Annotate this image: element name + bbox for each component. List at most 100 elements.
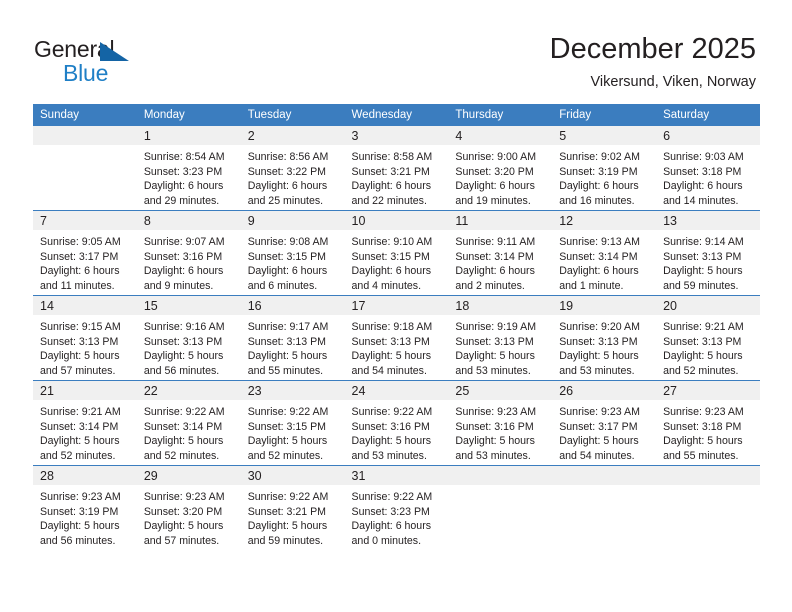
calendar-day-cell[interactable]: 16 Sunrise: 9:17 AM Sunset: 3:13 PM Dayligh… [240, 295, 345, 381]
calendar-day-cell[interactable]: 22 Sunrise: 9:22 AM Sunset: 3:14 PM Dayligh… [136, 380, 241, 466]
calendar-day-cell[interactable]: 18 Sunrise: 9:19 AM Sunset: 3:13 PM Dayligh… [448, 295, 553, 381]
calendar-day-cell[interactable]: 25 Sunrise: 9:23 AM Sunset: 3:16 PM Dayligh… [448, 380, 553, 466]
day-number: 12 [552, 211, 657, 230]
day-detail-sunrise: Sunrise: 9:21 AM [40, 406, 121, 418]
calendar-week-row: 7 Sunrise: 9:05 AM Sunset: 3:17 PM Daylight… [33, 210, 760, 296]
day-detail-daylight2: and 11 minutes. [40, 279, 115, 292]
day-number: 9 [240, 211, 345, 230]
calendar-day-cell[interactable]: 14 Sunrise: 9:15 AM Sunset: 3:13 PM Dayligh… [33, 295, 137, 381]
calendar-day-cell[interactable]: 10 Sunrise: 9:10 AM Sunset: 3:15 PM Dayligh… [344, 210, 449, 296]
calendar-day-cell[interactable]: 31 Sunrise: 9:22 AM Sunset: 3:23 PM Dayligh… [344, 465, 449, 550]
calendar-day-cell[interactable]: 17 Sunrise: 9:18 AM Sunset: 3:13 PM Dayligh… [344, 295, 449, 381]
day-detail-sunset: Sunset: 3:16 PM [455, 420, 534, 433]
day-detail-daylight1: Daylight: 6 hours [247, 265, 328, 278]
day-detail-sunrise: Sunrise: 9:22 AM [247, 491, 329, 503]
day-number: 16 [240, 296, 345, 315]
day-cell-content: 14 Sunrise: 9:15 AM Sunset: 3:13 PM Dayligh… [33, 296, 137, 380]
calendar-week-row: 1 Sunrise: 8:54 AM Sunset: 3:23 PM Daylight… [33, 126, 760, 211]
calendar-day-cell[interactable]: 9 Sunrise: 9:08 AM Sunset: 3:15 PM Daylight… [240, 210, 345, 296]
weekday-header-tuesday: Tuesday [240, 104, 345, 126]
calendar-day-cell[interactable]: 26 Sunrise: 9:23 AM Sunset: 3:17 PM Dayligh… [552, 380, 657, 466]
day-number: 11 [448, 211, 553, 230]
calendar-day-cell[interactable]: 19 Sunrise: 9:20 AM Sunset: 3:13 PM Dayligh… [552, 295, 657, 381]
day-detail-sunset: Sunset: 3:13 PM [559, 335, 638, 348]
calendar-day-cell[interactable]: 5 Sunrise: 9:02 AM Sunset: 3:19 PM Daylight… [552, 126, 657, 211]
day-detail-daylight1: Daylight: 5 hours [40, 520, 120, 533]
day-detail-daylight2: and 59 minutes. [663, 279, 739, 292]
day-detail-daylight1: Daylight: 5 hours [247, 520, 328, 533]
calendar-day-cell[interactable]: 11 Sunrise: 9:11 AM Sunset: 3:14 PM Dayligh… [448, 210, 553, 296]
calendar-day-cell[interactable]: 28 Sunrise: 9:23 AM Sunset: 3:19 PM Dayligh… [33, 465, 137, 550]
calendar-page: General Blue December 2025 Vikersund, Vi… [0, 0, 792, 612]
day-cell-content: 21 Sunrise: 9:21 AM Sunset: 3:14 PM Dayligh… [33, 381, 137, 465]
day-cell-content: 13 Sunrise: 9:14 AM Sunset: 3:13 PM Dayligh… [656, 211, 760, 295]
day-detail-sunrise: Sunrise: 9:22 AM [247, 406, 329, 418]
calendar-day-cell[interactable]: 24 Sunrise: 9:22 AM Sunset: 3:16 PM Dayligh… [344, 380, 449, 466]
day-details: Sunrise: 9:08 AM Sunset: 3:15 PM Daylight:… [241, 230, 345, 293]
day-detail-sunset: Sunset: 3:13 PM [143, 335, 223, 348]
day-detail-sunset: Sunset: 3:18 PM [663, 165, 742, 178]
day-detail-daylight1: Daylight: 5 hours [455, 435, 535, 448]
calendar-day-cell[interactable]: 6 Sunrise: 9:03 AM Sunset: 3:18 PM Daylight… [656, 126, 760, 211]
day-detail-sunset: Sunset: 3:23 PM [143, 165, 223, 178]
day-details: Sunrise: 8:54 AM Sunset: 3:23 PM Daylight:… [137, 145, 241, 208]
day-detail-daylight1: Daylight: 5 hours [351, 350, 432, 363]
day-cell-content: 16 Sunrise: 9:17 AM Sunset: 3:13 PM Dayligh… [240, 296, 345, 380]
calendar-day-cell[interactable]: 2 Sunrise: 8:56 AM Sunset: 3:22 PM Daylight… [240, 126, 345, 211]
day-detail-sunrise: Sunrise: 9:22 AM [143, 406, 225, 418]
calendar-day-cell[interactable]: 7 Sunrise: 9:05 AM Sunset: 3:17 PM Daylight… [33, 210, 137, 296]
day-cell-content: 29 Sunrise: 9:23 AM Sunset: 3:20 PM Dayligh… [136, 466, 241, 550]
day-detail-sunrise: Sunrise: 9:23 AM [559, 406, 640, 418]
day-cell-content: 26 Sunrise: 9:23 AM Sunset: 3:17 PM Dayligh… [552, 381, 657, 465]
calendar-day-cell[interactable]: 20 Sunrise: 9:21 AM Sunset: 3:13 PM Dayligh… [656, 295, 760, 381]
day-detail-daylight2: and 56 minutes. [143, 364, 220, 377]
day-cell-content [448, 466, 553, 550]
day-detail-sunrise: Sunrise: 9:11 AM [455, 236, 536, 248]
calendar-day-cell[interactable]: 30 Sunrise: 9:22 AM Sunset: 3:21 PM Dayligh… [240, 465, 345, 550]
day-cell-content: 18 Sunrise: 9:19 AM Sunset: 3:13 PM Dayligh… [448, 296, 553, 380]
day-detail-daylight1: Daylight: 5 hours [247, 435, 328, 448]
calendar-day-cell[interactable]: 13 Sunrise: 9:14 AM Sunset: 3:13 PM Dayligh… [656, 210, 760, 296]
day-detail-sunset: Sunset: 3:15 PM [247, 420, 327, 433]
day-detail-daylight2: and 59 minutes. [247, 534, 324, 547]
day-number: 27 [656, 381, 760, 400]
calendar-day-cell[interactable]: 21 Sunrise: 9:21 AM Sunset: 3:14 PM Dayligh… [33, 380, 137, 466]
calendar-week-row: 14 Sunrise: 9:15 AM Sunset: 3:13 PM Dayligh… [33, 295, 760, 381]
day-detail-daylight2: and 29 minutes. [143, 194, 220, 207]
day-cell-content: 3 Sunrise: 8:58 AM Sunset: 3:21 PM Daylight… [344, 126, 449, 210]
day-details: Sunrise: 9:13 AM Sunset: 3:14 PM Daylight:… [552, 230, 656, 293]
day-cell-content [552, 466, 657, 550]
calendar-day-cell[interactable]: 29 Sunrise: 9:23 AM Sunset: 3:20 PM Dayligh… [136, 465, 241, 550]
day-detail-daylight2: and 55 minutes. [663, 449, 739, 462]
day-number: 24 [344, 381, 449, 400]
calendar-day-cell[interactable]: 12 Sunrise: 9:13 AM Sunset: 3:14 PM Dayligh… [552, 210, 657, 296]
day-detail-sunset: Sunset: 3:20 PM [455, 165, 534, 178]
calendar-day-cell[interactable]: 27 Sunrise: 9:23 AM Sunset: 3:18 PM Dayligh… [656, 380, 760, 466]
day-number: 2 [240, 126, 345, 145]
day-cell-content: 11 Sunrise: 9:11 AM Sunset: 3:14 PM Dayligh… [448, 211, 553, 295]
day-number: 10 [344, 211, 449, 230]
day-details: Sunrise: 9:21 AM Sunset: 3:14 PM Daylight:… [33, 400, 137, 463]
calendar-week-row: 28 Sunrise: 9:23 AM Sunset: 3:19 PM Dayligh… [33, 465, 760, 550]
calendar-day-cell[interactable]: 8 Sunrise: 9:07 AM Sunset: 3:16 PM Daylight… [136, 210, 241, 296]
day-number: 1 [136, 126, 241, 145]
day-detail-sunset: Sunset: 3:13 PM [663, 335, 742, 348]
day-detail-daylight1: Daylight: 6 hours [663, 180, 743, 193]
day-cell-content [33, 126, 137, 210]
day-detail-daylight2: and 52 minutes. [40, 449, 116, 462]
calendar-day-cell [448, 465, 553, 550]
calendar-day-cell[interactable]: 4 Sunrise: 9:00 AM Sunset: 3:20 PM Daylight… [448, 126, 553, 211]
day-number [448, 466, 553, 485]
day-detail-daylight2: and 16 minutes. [559, 194, 635, 207]
day-number [552, 466, 657, 485]
calendar-day-cell[interactable]: 15 Sunrise: 9:16 AM Sunset: 3:13 PM Dayligh… [136, 295, 241, 381]
day-detail-sunset: Sunset: 3:21 PM [247, 505, 327, 518]
day-details: Sunrise: 9:23 AM Sunset: 3:20 PM Daylight:… [137, 485, 241, 548]
calendar-day-cell[interactable]: 1 Sunrise: 8:54 AM Sunset: 3:23 PM Daylight… [136, 126, 241, 211]
calendar-day-cell[interactable]: 23 Sunrise: 9:22 AM Sunset: 3:15 PM Dayligh… [240, 380, 345, 466]
day-detail-sunrise: Sunrise: 9:18 AM [351, 321, 433, 333]
day-number [33, 126, 137, 145]
calendar-day-cell[interactable]: 3 Sunrise: 8:58 AM Sunset: 3:21 PM Daylight… [344, 126, 449, 211]
day-detail-daylight2: and 9 minutes. [143, 279, 214, 292]
logo-triangle-icon [100, 42, 129, 61]
